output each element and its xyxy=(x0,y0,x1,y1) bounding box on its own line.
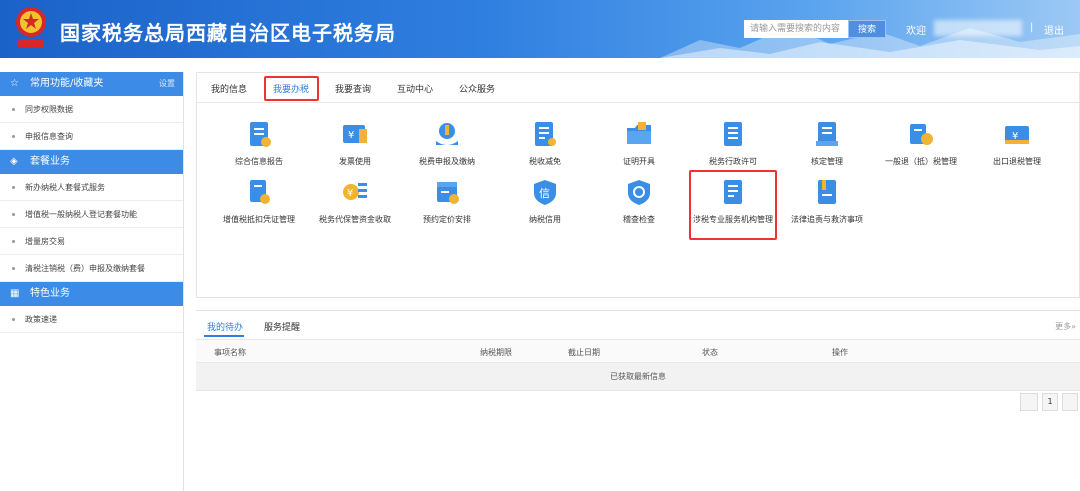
func-vat-voucher[interactable]: 增值税抵扣凭证管理 xyxy=(219,177,299,226)
col-tax-period: 纳税期限 xyxy=(480,348,512,357)
func-tax-reduction[interactable]: 税收减免 xyxy=(505,119,585,168)
sidebar-item[interactable]: 增值税一般纳税人登记套餐功能 xyxy=(0,201,183,228)
empty-message: 已获取最新信息 xyxy=(196,363,1080,391)
sidebar-item[interactable]: 新办纳税人套餐式服务 xyxy=(0,174,183,201)
tab-highlight-box xyxy=(264,76,319,101)
header-separator: | xyxy=(1030,22,1034,33)
sidebar-item[interactable]: 政策速递 xyxy=(0,306,183,333)
bullet-icon xyxy=(12,240,15,243)
sidebar-section-favorites[interactable]: ☆ 常用功能/收藏夹 设置 xyxy=(0,72,183,96)
business-panel: 我的信息 我要办税 我要查询 互动中心 公众服务 综合信息报告 ¥ 发票使用 税… xyxy=(196,72,1080,298)
invoice-icon: ¥ xyxy=(343,125,367,143)
search-input[interactable]: 请输入需要搜索的内容 xyxy=(744,20,848,38)
func-comprehensive-report[interactable]: 综合信息报告 xyxy=(219,119,299,168)
sidebar-item[interactable]: 申报信息查询 xyxy=(0,123,183,150)
sidebar-item[interactable]: 增量房交易 xyxy=(0,228,183,255)
func-refund[interactable]: 一般退（抵）税管理 xyxy=(881,119,961,168)
calendar-icon xyxy=(437,182,459,204)
layers-icon: ◈ xyxy=(10,156,18,167)
welcome-text: 欢迎 xyxy=(906,26,926,37)
func-admin-license[interactable]: 税务行政许可 xyxy=(693,119,773,168)
tab-my-todo[interactable]: 我的待办 xyxy=(207,320,243,333)
bullet-icon xyxy=(12,318,15,321)
svg-text:¥: ¥ xyxy=(348,130,354,141)
report-icon xyxy=(250,122,271,147)
bullet-icon xyxy=(12,108,15,111)
col-status: 状态 xyxy=(702,348,718,357)
active-tab-underline xyxy=(204,335,244,337)
func-certificate[interactable]: 证明开具 xyxy=(599,119,679,168)
sidebar-section-packages[interactable]: ◈ 套餐业务 xyxy=(0,150,183,174)
svg-text:信: 信 xyxy=(539,187,550,200)
license-icon xyxy=(724,122,742,146)
tab-interaction[interactable]: 互动中心 xyxy=(397,82,433,95)
search-button[interactable]: 搜索 xyxy=(848,20,886,38)
bullet-icon xyxy=(12,186,15,189)
sidebar-item[interactable]: 同步权限数据 xyxy=(0,96,183,123)
func-inspection[interactable]: 稽查检查 xyxy=(599,177,679,226)
prev-page-button[interactable] xyxy=(1020,393,1038,411)
func-tax-declaration[interactable]: 税费申报及缴纳 xyxy=(407,119,487,168)
col-action: 操作 xyxy=(832,348,848,357)
col-item-name: 事项名称 xyxy=(214,348,246,357)
tab-public-service[interactable]: 公众服务 xyxy=(459,82,495,95)
logout-link[interactable]: 退出 xyxy=(1044,22,1064,37)
func-pricing-agreement[interactable]: 预约定价安排 xyxy=(407,177,487,226)
page-number-1[interactable]: 1 xyxy=(1042,393,1058,411)
tax-emblem-icon xyxy=(16,7,46,47)
func-legal-remedy[interactable]: 法律追责与救济事项 xyxy=(787,177,867,226)
star-icon: ☆ xyxy=(10,78,19,89)
col-deadline: 截止日期 xyxy=(568,348,600,357)
svg-text:¥: ¥ xyxy=(347,188,353,199)
func-custody-funds[interactable]: ¥ 税务代保管资金收取 xyxy=(315,177,395,226)
funds-icon: ¥ xyxy=(343,183,367,200)
folder-icon xyxy=(627,122,651,144)
main-tabs: 我的信息 我要办税 我要查询 互动中心 公众服务 xyxy=(197,73,1079,103)
next-page-button[interactable] xyxy=(1062,393,1078,411)
sidebar-section-special[interactable]: ▦ 特色业务 xyxy=(0,282,183,306)
top-header: 国家税务总局西藏自治区电子税务局 请输入需要搜索的内容 搜索 欢迎 | 退出 xyxy=(0,0,1080,58)
table-header: 事项名称 纳税期限 截止日期 状态 操作 xyxy=(196,339,1080,363)
declaration-icon xyxy=(436,123,458,145)
sidebar: ☆ 常用功能/收藏夹 设置 同步权限数据 申报信息查询 ◈ 套餐业务 新办纳税人套餐… xyxy=(0,72,184,491)
func-export-refund[interactable]: ¥ 出口退税管理 xyxy=(977,119,1057,168)
settings-link[interactable]: 设置 xyxy=(159,72,175,96)
refund-icon xyxy=(910,124,933,145)
credit-shield-icon: 信 xyxy=(534,180,556,205)
todo-panel: 我的待办 服务提醒 更多» 事项名称 纳税期限 截止日期 状态 操作 已获取最新… xyxy=(196,310,1080,491)
inspection-shield-icon xyxy=(628,180,650,205)
tab-my-info[interactable]: 我的信息 xyxy=(211,82,247,95)
tab-service-reminder[interactable]: 服务提醒 xyxy=(264,320,300,333)
func-highlight-box xyxy=(689,170,777,240)
tab-query[interactable]: 我要查询 xyxy=(335,82,371,95)
reduction-icon xyxy=(535,122,556,146)
grid-icon: ▦ xyxy=(10,288,20,299)
sidebar-item[interactable]: 清税注销税（费）申报及缴纳套餐 xyxy=(0,255,183,282)
law-book-icon xyxy=(818,180,836,204)
more-link[interactable]: 更多» xyxy=(1055,321,1076,332)
assessment-icon xyxy=(816,122,838,146)
bullet-icon xyxy=(12,135,15,138)
bullet-icon xyxy=(12,267,15,270)
func-assessment[interactable]: 核定管理 xyxy=(787,119,867,168)
site-title: 国家税务总局西藏自治区电子税务局 xyxy=(60,21,396,45)
export-icon: ¥ xyxy=(1005,126,1029,144)
func-tax-credit[interactable]: 信 纳税信用 xyxy=(505,177,585,226)
username-redacted xyxy=(934,20,1022,36)
bullet-icon xyxy=(12,213,15,216)
voucher-icon xyxy=(250,180,270,204)
func-invoice-use[interactable]: ¥ 发票使用 xyxy=(315,119,395,168)
